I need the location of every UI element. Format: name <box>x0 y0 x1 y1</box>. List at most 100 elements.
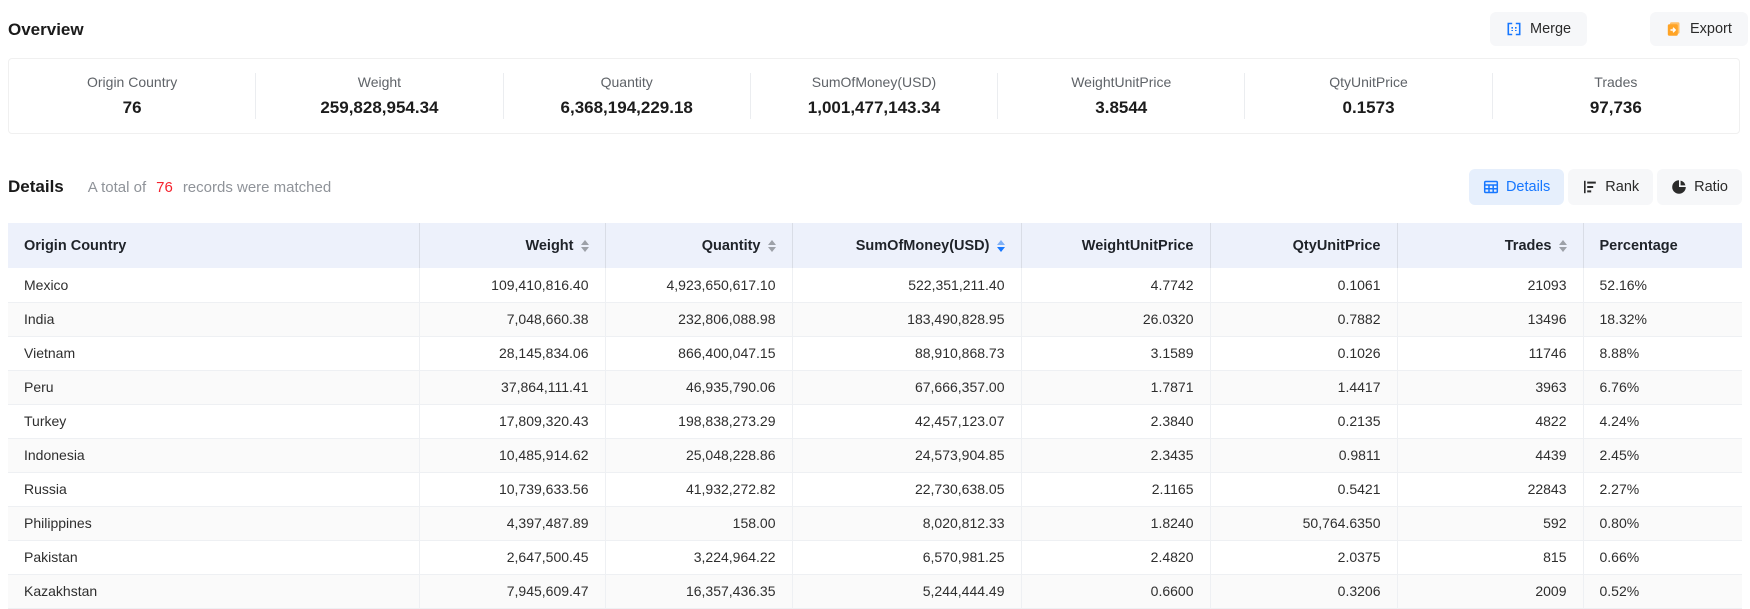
details-bar: Details A total of 76 records were match… <box>8 168 1742 206</box>
sort-icon <box>768 240 776 252</box>
export-button[interactable]: Export <box>1650 12 1748 46</box>
cell-percentage: 8.88% <box>1583 336 1742 370</box>
cell-country: Pakistan <box>8 540 419 574</box>
cell-quantity: 41,932,272.82 <box>605 472 792 506</box>
cell-quantity: 16,357,436.35 <box>605 574 792 608</box>
cell-trades: 592 <box>1397 506 1583 540</box>
column-header-quantity[interactable]: Quantity <box>605 223 792 268</box>
column-header-weight[interactable]: Weight <box>419 223 605 268</box>
stat-value: 3.8544 <box>1095 98 1147 118</box>
cell-country: Philippines <box>8 506 419 540</box>
cell-weight_unit_price: 0.6600 <box>1021 574 1210 608</box>
cell-country: Vietnam <box>8 336 419 370</box>
stat-label: SumOfMoney(USD) <box>812 74 936 90</box>
stat-weight-unit-price: WeightUnitPrice 3.8544 <box>998 74 1244 118</box>
cell-percentage: 2.27% <box>1583 472 1742 506</box>
stat-value: 1,001,477,143.34 <box>808 98 940 118</box>
cell-trades: 21093 <box>1397 268 1583 302</box>
cell-weight: 28,145,834.06 <box>419 336 605 370</box>
stat-value: 97,736 <box>1590 98 1642 118</box>
cell-weight: 10,485,914.62 <box>419 438 605 472</box>
view-button-ratio[interactable]: Ratio <box>1657 169 1742 205</box>
cell-sum_of_money_usd: 88,910,868.73 <box>792 336 1021 370</box>
table-header-row: Origin Country Weight Quantity SumOfMone… <box>8 223 1742 268</box>
cell-weight_unit_price: 4.7742 <box>1021 268 1210 302</box>
cell-weight: 2,647,500.45 <box>419 540 605 574</box>
stat-weight: Weight 259,828,954.34 <box>256 74 502 118</box>
cell-trades: 815 <box>1397 540 1583 574</box>
cell-weight: 10,739,633.56 <box>419 472 605 506</box>
cell-quantity: 46,935,790.06 <box>605 370 792 404</box>
rank-icon <box>1582 179 1598 195</box>
merge-icon <box>1506 21 1522 37</box>
cell-trades: 22843 <box>1397 472 1583 506</box>
table-row: India7,048,660.38232,806,088.98183,490,8… <box>8 302 1742 336</box>
view-button-label: Rank <box>1605 179 1639 195</box>
view-button-rank[interactable]: Rank <box>1568 169 1653 205</box>
cell-qty_unit_price: 0.1026 <box>1210 336 1397 370</box>
cell-percentage: 2.45% <box>1583 438 1742 472</box>
cell-percentage: 52.16% <box>1583 268 1742 302</box>
page-title: Overview <box>8 20 84 40</box>
table-row: Peru37,864,111.4146,935,790.0667,666,357… <box>8 370 1742 404</box>
cell-weight: 17,809,320.43 <box>419 404 605 438</box>
stat-sum-of-money: SumOfMoney(USD) 1,001,477,143.34 <box>751 74 997 118</box>
table-row: Russia10,739,633.5641,932,272.8222,730,6… <box>8 472 1742 506</box>
column-header-origin-country: Origin Country <box>8 223 419 268</box>
column-header-sum-of-money[interactable]: SumOfMoney(USD) <box>792 223 1021 268</box>
cell-qty_unit_price: 0.3206 <box>1210 574 1397 608</box>
matched-count: 76 <box>156 179 173 196</box>
cell-country: Indonesia <box>8 438 419 472</box>
cell-qty_unit_price: 0.5421 <box>1210 472 1397 506</box>
overview-stats-card: Origin Country 76 Weight 259,828,954.34 … <box>8 58 1740 134</box>
column-header-qty-unit-price: QtyUnitPrice <box>1210 223 1397 268</box>
table-row: Kazakhstan7,945,609.4716,357,436.355,244… <box>8 574 1742 608</box>
stat-qty-unit-price: QtyUnitPrice 0.1573 <box>1245 74 1491 118</box>
matched-suffix: records were matched <box>183 179 331 196</box>
column-header-trades[interactable]: Trades <box>1397 223 1583 268</box>
cell-country: Russia <box>8 472 419 506</box>
merge-button-label: Merge <box>1530 21 1571 37</box>
stat-value: 76 <box>123 98 142 118</box>
cell-qty_unit_price: 50,764.6350 <box>1210 506 1397 540</box>
column-header-percentage: Percentage <box>1583 223 1742 268</box>
sort-icon-descending-active <box>997 240 1005 252</box>
cell-quantity: 198,838,273.29 <box>605 404 792 438</box>
cell-qty_unit_price: 0.7882 <box>1210 302 1397 336</box>
cell-sum_of_money_usd: 522,351,211.40 <box>792 268 1021 302</box>
details-heading: Details <box>8 177 64 197</box>
cell-weight: 7,945,609.47 <box>419 574 605 608</box>
cell-country: Turkey <box>8 404 419 438</box>
cell-trades: 13496 <box>1397 302 1583 336</box>
cell-sum_of_money_usd: 24,573,904.85 <box>792 438 1021 472</box>
view-switcher: Details Rank <box>1469 169 1742 205</box>
sort-icon <box>581 240 589 252</box>
cell-trades: 3963 <box>1397 370 1583 404</box>
stat-quantity: Quantity 6,368,194,229.18 <box>504 74 750 118</box>
cell-sum_of_money_usd: 8,020,812.33 <box>792 506 1021 540</box>
view-button-details[interactable]: Details <box>1469 169 1564 205</box>
stat-origin-country: Origin Country 76 <box>9 74 255 118</box>
stat-label: WeightUnitPrice <box>1071 74 1171 90</box>
stat-label: Origin Country <box>87 74 177 90</box>
cell-percentage: 18.32% <box>1583 302 1742 336</box>
cell-weight: 7,048,660.38 <box>419 302 605 336</box>
matched-summary: A total of 76 records were matched <box>88 179 331 196</box>
stat-label: Trades <box>1594 74 1637 90</box>
cell-sum_of_money_usd: 67,666,357.00 <box>792 370 1021 404</box>
table-body: Mexico109,410,816.404,923,650,617.10522,… <box>8 268 1742 608</box>
merge-button[interactable]: Merge <box>1490 12 1587 46</box>
cell-trades: 4822 <box>1397 404 1583 438</box>
cell-quantity: 3,224,964.22 <box>605 540 792 574</box>
cell-qty_unit_price: 1.4417 <box>1210 370 1397 404</box>
table-row: Indonesia10,485,914.6225,048,228.8624,57… <box>8 438 1742 472</box>
table-row: Mexico109,410,816.404,923,650,617.10522,… <box>8 268 1742 302</box>
table-row: Philippines4,397,487.89158.008,020,812.3… <box>8 506 1742 540</box>
cell-country: Mexico <box>8 268 419 302</box>
cell-trades: 4439 <box>1397 438 1583 472</box>
matched-prefix: A total of <box>88 179 146 196</box>
cell-weight_unit_price: 2.3435 <box>1021 438 1210 472</box>
export-icon <box>1666 21 1682 37</box>
cell-sum_of_money_usd: 5,244,444.49 <box>792 574 1021 608</box>
cell-weight: 4,397,487.89 <box>419 506 605 540</box>
